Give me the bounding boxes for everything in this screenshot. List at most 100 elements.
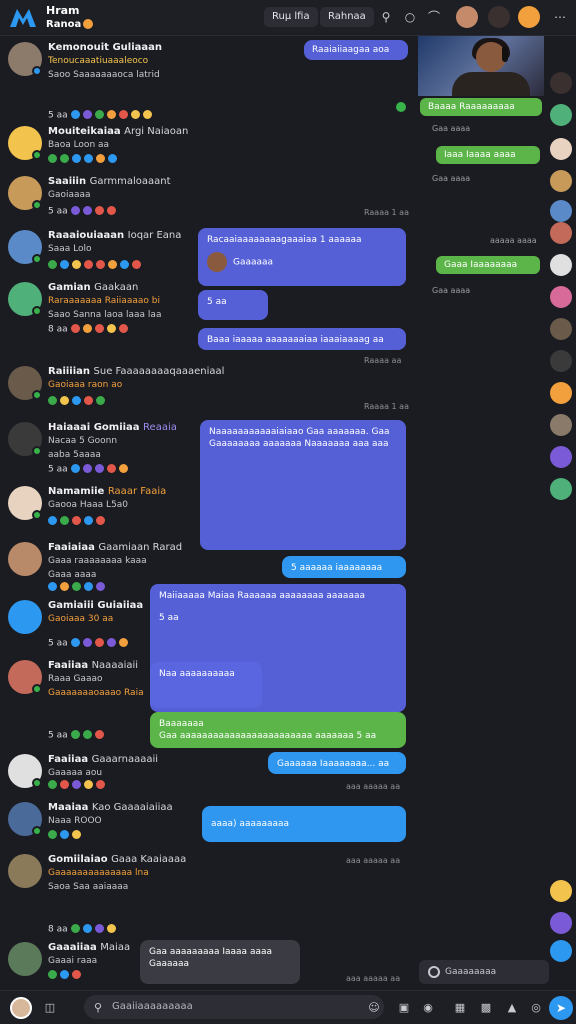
avatar[interactable] [550,382,572,404]
globe-icon[interactable]: ◎ [528,1000,544,1016]
entry-name: Saaiiin Garmmaloaaant [48,176,171,187]
avatar[interactable] [550,200,572,222]
entry-badge: Gaamiaan Rarad [98,542,183,553]
video-preview[interactable] [418,36,544,96]
reaction-row: 5 aa [48,464,131,475]
tab-first[interactable]: Ruμ lfia [264,7,318,27]
entry-badge: Raaar Faaia [107,486,167,497]
emoji-icon[interactable] [396,102,406,112]
message-bubble[interactable]: Raaiaiiaagaa aoa [304,40,408,60]
reaction-icons[interactable] [70,464,131,474]
sticker-icon[interactable]: ▲ [504,1000,520,1016]
reaction-icons[interactable] [70,924,119,934]
emoji-icon[interactable]: ☺ [366,1000,382,1016]
entry-name-text: Faaiaiaa [48,542,95,553]
entry-name: Haiaaai Gomiiaa Reaaia [48,422,177,433]
avatar[interactable] [550,318,572,340]
message-bubble[interactable]: Racaaiaaaaaaaagaaaiaa 1 aaaaaa Gaaaaaa [198,228,406,286]
entry-line: aaba 5aaaa [48,450,101,460]
right-message-bubble[interactable]: Baaaa Raaaaaaaaa [420,98,542,116]
entry-line: Saaa Lolo [48,244,92,254]
entry-line: Raraaaaaaa Raiiaaaao bi [48,296,160,306]
gif-icon[interactable]: ▣ [396,1000,412,1016]
message-bubble[interactable]: Naa aaaaaaaaaa [150,662,262,708]
avatar[interactable] [550,222,572,244]
reaction-count: 5 aa [48,110,68,121]
online-indicator [32,446,42,456]
avatar[interactable] [550,478,572,500]
avatar[interactable] [550,940,572,962]
message-attachment: Gaaaaaa [207,252,397,272]
reaction-icons[interactable] [48,582,108,592]
message-bubble[interactable]: aaaa) aaaaaaaaa [202,806,406,842]
avatar[interactable] [550,254,572,276]
message-bubble[interactable]: Gaaaaaa Iaaaaaaaa... aa [268,752,406,774]
entry-line: Gaoiaaaa [48,190,91,200]
avatar[interactable] [550,350,572,372]
entry-badge: Argi Naiaoan [124,126,189,137]
mic-icon[interactable]: ◉ [420,1000,436,1016]
reaction-icons[interactable] [48,260,144,270]
right-message-bubble[interactable]: Gaaa Iaaaaaaaa [436,256,540,274]
reaction-icons[interactable] [48,516,108,526]
avatar[interactable] [550,880,572,902]
message-text: Racaaiaaaaaaaagaaaiaa 1 aaaaaa [207,235,362,245]
entry-line: Gaaai raaa [48,956,98,966]
avatar[interactable] [456,6,478,28]
reaction-icons[interactable] [48,780,108,790]
reaction-icons[interactable] [70,324,131,334]
right-status: Gaa aaaa [432,286,471,295]
avatar[interactable] [550,446,572,468]
video-person-body [452,72,530,96]
avatar[interactable] [550,912,572,934]
app-title-line1: Hram [46,4,80,17]
avatar[interactable] [550,414,572,436]
camera-icon[interactable]: ▩ [478,1000,494,1016]
message-bubble[interactable]: Naaaaaaaaaaaiaiaao Gaa aaaaaaa. Gaa Gaaa… [200,420,406,550]
send-icon[interactable]: ➤ [549,996,573,1020]
reaction-icons[interactable] [48,830,84,840]
avatar[interactable] [550,104,572,126]
message-bubble[interactable]: Baaa iaaaaa aaaaaaaiaa iaaaiaaaag aa [198,328,406,350]
avatar[interactable] [550,72,572,94]
avatar[interactable] [550,286,572,308]
image-icon[interactable]: ▦ [452,1000,468,1016]
entry-name-text: Raaaiouiaaan [48,230,125,241]
user-avatar[interactable] [10,997,32,1019]
reaction-icons[interactable] [48,970,84,980]
reaction-icons[interactable] [70,206,119,216]
search-icon: ⚲ [93,1001,103,1014]
reaction-icons[interactable] [48,396,108,406]
reaction-count: 5 aa [48,206,68,217]
mention-icon[interactable]: ⌒ [426,9,442,25]
search-icon[interactable]: ⚲ [378,9,394,25]
message-bubble[interactable]: Baaaaaaa Gaa aaaaaaaaaaaaaaaaaaaaaaaa aa… [150,712,406,748]
timestamp: Raaaa 1 aa [364,208,409,217]
avatar[interactable] [550,170,572,192]
reaction-icons[interactable] [70,110,155,120]
app-logo-icon[interactable] [8,5,38,31]
message-bubble[interactable]: 5 aaaaaa iaaaaaaaa [282,556,406,578]
reaction-icons[interactable] [70,638,131,648]
timestamp: aaa aaaaa aa [346,856,401,865]
tab-second[interactable]: Rahnaa [320,7,374,27]
right-message-bubble[interactable]: Iaaa Iaaaa aaaa [436,146,540,164]
chat-bubbles-icon[interactable]: ○ [402,9,418,25]
avatar[interactable] [488,6,510,28]
attachment-icon[interactable]: ◫ [42,1000,58,1016]
entry-name: Gaaaiiaa Maiaa [48,942,130,953]
message-bubble[interactable]: Gaa aaaaaaaaa Iaaaa aaaa Gaaaaaa [140,940,300,984]
avatar[interactable] [518,6,540,28]
more-icon[interactable]: ⋯ [552,9,568,25]
online-indicator [32,390,42,400]
message-text: Gaaaaaa [149,959,190,969]
top-bar: Hram Ranoa Ruμ lfia Rahnaa ⚲ ○ ⌒ ⋯ [0,0,576,36]
message-bubble[interactable]: 5 aa [198,290,268,320]
message-input[interactable]: Gaaiiaaaaaaaaa [84,995,384,1019]
avatar[interactable] [550,138,572,160]
entry-badge: Reaaia [143,422,177,433]
entry-badge: Naaaaiaii [91,660,139,671]
reaction-icons[interactable] [48,154,120,164]
entry-name: Faaiiaa Naaaaiaii [48,660,138,671]
reaction-icons[interactable] [70,730,107,740]
